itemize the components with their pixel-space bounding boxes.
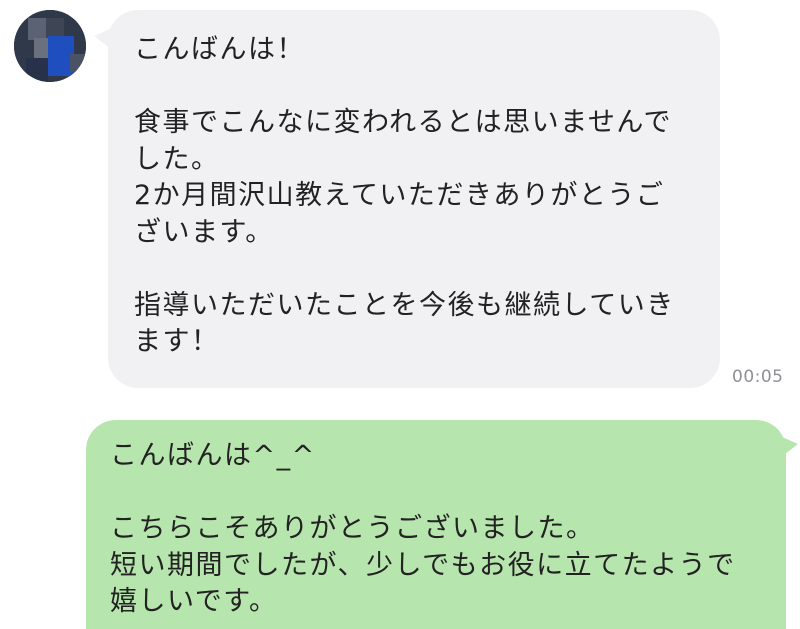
message-line: 短い期間でしたが、少しでもお役に立てたようで bbox=[110, 549, 736, 581]
bubble-tail bbox=[94, 28, 112, 50]
message-line: 2か月間沢山教えていただきありがとうご bbox=[134, 180, 665, 211]
message-line: こんばんは^_^ bbox=[110, 440, 316, 471]
chat-view: こんばんは！ 食事でこんなに変われるとは思いませんで した。 2か月間沢山教えて… bbox=[0, 0, 800, 629]
bubble-tail bbox=[780, 436, 798, 458]
message-line: 指導いただいたことを今後も継続していき bbox=[134, 289, 675, 321]
message-line: 嬉しいです。 bbox=[110, 586, 278, 617]
message-line: した。 bbox=[134, 143, 220, 175]
message-line bbox=[110, 475, 762, 512]
message-timestamp: 00:05 bbox=[732, 367, 784, 387]
incoming-message-bubble[interactable]: こんばんは！ 食事でこんなに変われるとは思いませんで した。 2か月間沢山教えて… bbox=[94, 10, 720, 388]
message-line bbox=[134, 69, 694, 106]
avatar[interactable] bbox=[14, 10, 86, 82]
message-line: こんばんは！ bbox=[134, 34, 305, 65]
outgoing-message-bubble[interactable]: こんばんは^_^ こちらこそありがとうございました。 短い期間でしたが、少しでも… bbox=[86, 420, 798, 629]
message-line: こちらこそありがとうございました。 bbox=[110, 513, 595, 544]
message-line bbox=[134, 251, 694, 288]
message-line: ざいます。 bbox=[134, 216, 274, 248]
message-line: 食事でこんなに変われるとは思いませんで bbox=[134, 107, 672, 138]
message-line: ます！ bbox=[134, 326, 220, 357]
